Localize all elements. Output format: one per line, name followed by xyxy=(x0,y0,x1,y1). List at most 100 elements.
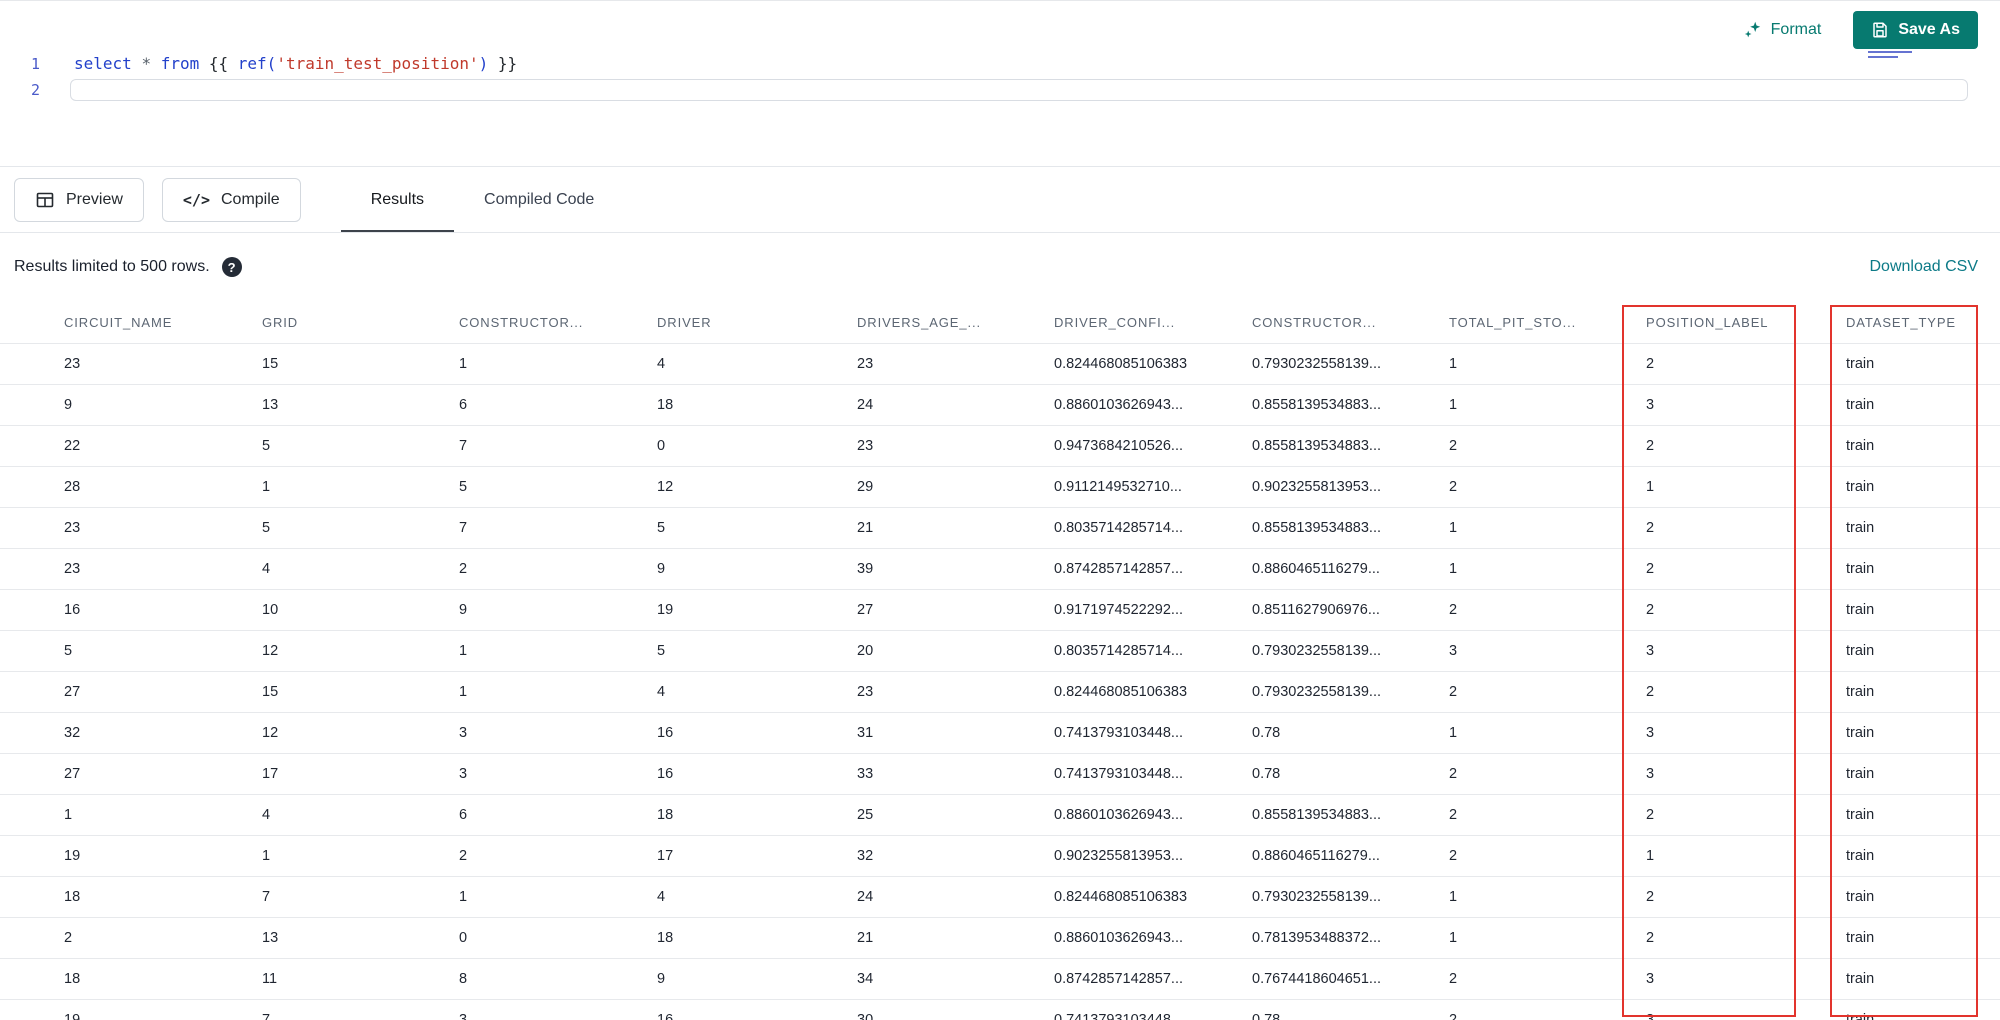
table-cell: train xyxy=(1846,343,2000,385)
table-row: 16 10 9 19 27 0.9171974522292... 0.85116279069… xyxy=(0,589,2000,631)
table-cell: train xyxy=(1846,712,2000,754)
table-cell: 0.7930232558139... xyxy=(1252,671,1449,713)
action-bar: Preview </> Compile Results Compiled Cod… xyxy=(0,167,2000,233)
table-cell: 7 xyxy=(262,999,459,1020)
table-cell: train xyxy=(1846,999,2000,1020)
table-cell: train xyxy=(1846,958,2000,1000)
table-cell: 1 xyxy=(1449,876,1646,918)
table-cell: 0.8860465116279... xyxy=(1252,548,1449,590)
table-cell: 3 xyxy=(459,712,657,754)
table-cell: 0.78 xyxy=(1252,753,1449,795)
table-cell: 0.8742857142857... xyxy=(1054,958,1252,1000)
table-cell: 2 xyxy=(0,917,262,959)
table-cell: 2 xyxy=(1449,425,1646,467)
table-cell: 27 xyxy=(0,753,262,795)
table-cell: 0.7413793103448... xyxy=(1054,753,1252,795)
table-cell: 7 xyxy=(262,876,459,918)
table-cell: 0.8742857142857... xyxy=(1054,548,1252,590)
table-cell: 0.7413793103448... xyxy=(1054,712,1252,754)
code-editor[interactable]: 1 select * from {{ ref('train_test_posit… xyxy=(0,1,2000,103)
table-cell: 32 xyxy=(0,712,262,754)
table-cell: 3 xyxy=(1646,712,1846,754)
table-cell: 23 xyxy=(0,343,262,385)
table-cell: 9 xyxy=(459,589,657,631)
table-cell: 0.7930232558139... xyxy=(1252,876,1449,918)
column-header: DRIVER_CONFI... xyxy=(1054,301,1252,344)
table-cell: 1 xyxy=(1646,835,1846,877)
tab-compiled-code[interactable]: Compiled Code xyxy=(454,167,624,232)
table-cell: 23 xyxy=(857,343,1054,385)
table-cell: 0.8860103626943... xyxy=(1054,917,1252,959)
table-cell: 16 xyxy=(0,589,262,631)
table-cell: 1 xyxy=(262,835,459,877)
table-cell: 0.78 xyxy=(1252,712,1449,754)
code-icon: </> xyxy=(182,190,210,209)
sql-statement: select * from {{ ref('train_test_positio… xyxy=(74,54,518,73)
editor-active-line[interactable] xyxy=(70,79,1968,101)
table-cell: 7 xyxy=(459,425,657,467)
table-cell: 32 xyxy=(857,835,1054,877)
table-cell: train xyxy=(1846,835,2000,877)
table-cell: 4 xyxy=(657,671,857,713)
save-as-button[interactable]: Save As xyxy=(1853,11,1978,49)
table-cell: 5 xyxy=(657,630,857,672)
table-cell: 9 xyxy=(657,958,857,1000)
format-label: Format xyxy=(1770,21,1822,38)
table-cell: 1 xyxy=(1449,712,1646,754)
table-row: 22 5 7 0 23 0.9473684210526... 0.8558139534883… xyxy=(0,425,2000,467)
table-cell: 0.8558139534883... xyxy=(1252,794,1449,836)
table-cell: 3 xyxy=(1646,384,1846,426)
table-cell: 2 xyxy=(1646,507,1846,549)
table-cell: 0.8511627906976... xyxy=(1252,589,1449,631)
table-cell: train xyxy=(1846,384,2000,426)
table-cell: 0.7813953488372... xyxy=(1252,917,1449,959)
table-cell: 4 xyxy=(262,794,459,836)
table-cell: 21 xyxy=(857,917,1054,959)
table-cell: 2 xyxy=(1646,589,1846,631)
tab-results[interactable]: Results xyxy=(341,167,454,232)
table-cell: train xyxy=(1846,794,2000,836)
help-icon[interactable]: ? xyxy=(221,257,242,277)
table-cell: train xyxy=(1846,466,2000,508)
table-cell: 2 xyxy=(459,548,657,590)
table-row: 23 4 2 9 39 0.8742857142857... 0.8860465116279… xyxy=(0,548,2000,590)
table-cell: 3 xyxy=(459,999,657,1020)
format-button[interactable]: Format xyxy=(1739,14,1826,46)
table-cell: train xyxy=(1846,876,2000,918)
column-header: CONSTRUCTOR... xyxy=(1252,301,1449,344)
table-cell: 2 xyxy=(1646,876,1846,918)
code-line-2: 2 xyxy=(0,77,2000,103)
table-cell: 2 xyxy=(1449,753,1646,795)
table-cell: 27 xyxy=(0,671,262,713)
column-header: DRIVERS_AGE_... xyxy=(857,301,1054,344)
table-cell: 3 xyxy=(1646,753,1846,795)
table-cell: 1 xyxy=(1449,548,1646,590)
column-header: CIRCUIT_NAME xyxy=(0,301,262,344)
table-cell: 8 xyxy=(459,958,657,1000)
table-cell: 2 xyxy=(1449,589,1646,631)
preview-button[interactable]: Preview xyxy=(14,177,144,222)
table-cell: 4 xyxy=(262,548,459,590)
table-cell: 0.8035714285714... xyxy=(1054,630,1252,672)
table-cell: 5 xyxy=(0,630,262,672)
table-cell: 0.78 xyxy=(1252,999,1449,1020)
table-cell: 2 xyxy=(1449,835,1646,877)
compile-button[interactable]: </> Compile xyxy=(161,177,301,222)
table-cell: 27 xyxy=(857,589,1054,631)
table-cell: 39 xyxy=(857,548,1054,590)
download-csv-link[interactable]: Download CSV xyxy=(1870,258,1979,276)
table-cell: train xyxy=(1846,589,2000,631)
table-cell: train xyxy=(1846,671,2000,713)
table-row: 2 13 0 18 21 0.8860103626943... 0.781395348837… xyxy=(0,917,2000,959)
table-row: 19 1 2 17 32 0.9023255813953... 0.886046511627… xyxy=(0,835,2000,877)
table-cell: 0.9171974522292... xyxy=(1054,589,1252,631)
table-header-row: CIRCUIT_NAME GRID CONSTRUCTOR... DRIVER DRIV… xyxy=(0,301,2000,344)
table-cell: 12 xyxy=(262,630,459,672)
table-cell: 0.8558139534883... xyxy=(1252,425,1449,467)
code-line-1: 1 select * from {{ ref('train_test_posit… xyxy=(0,51,2000,77)
table-cell: 5 xyxy=(657,507,857,549)
table-row: 1 4 6 18 25 0.8860103626943... 0.8558139534883… xyxy=(0,794,2000,836)
table-cell: 25 xyxy=(857,794,1054,836)
table-cell: 18 xyxy=(657,917,857,959)
results-tabs: Results Compiled Code xyxy=(341,167,625,232)
